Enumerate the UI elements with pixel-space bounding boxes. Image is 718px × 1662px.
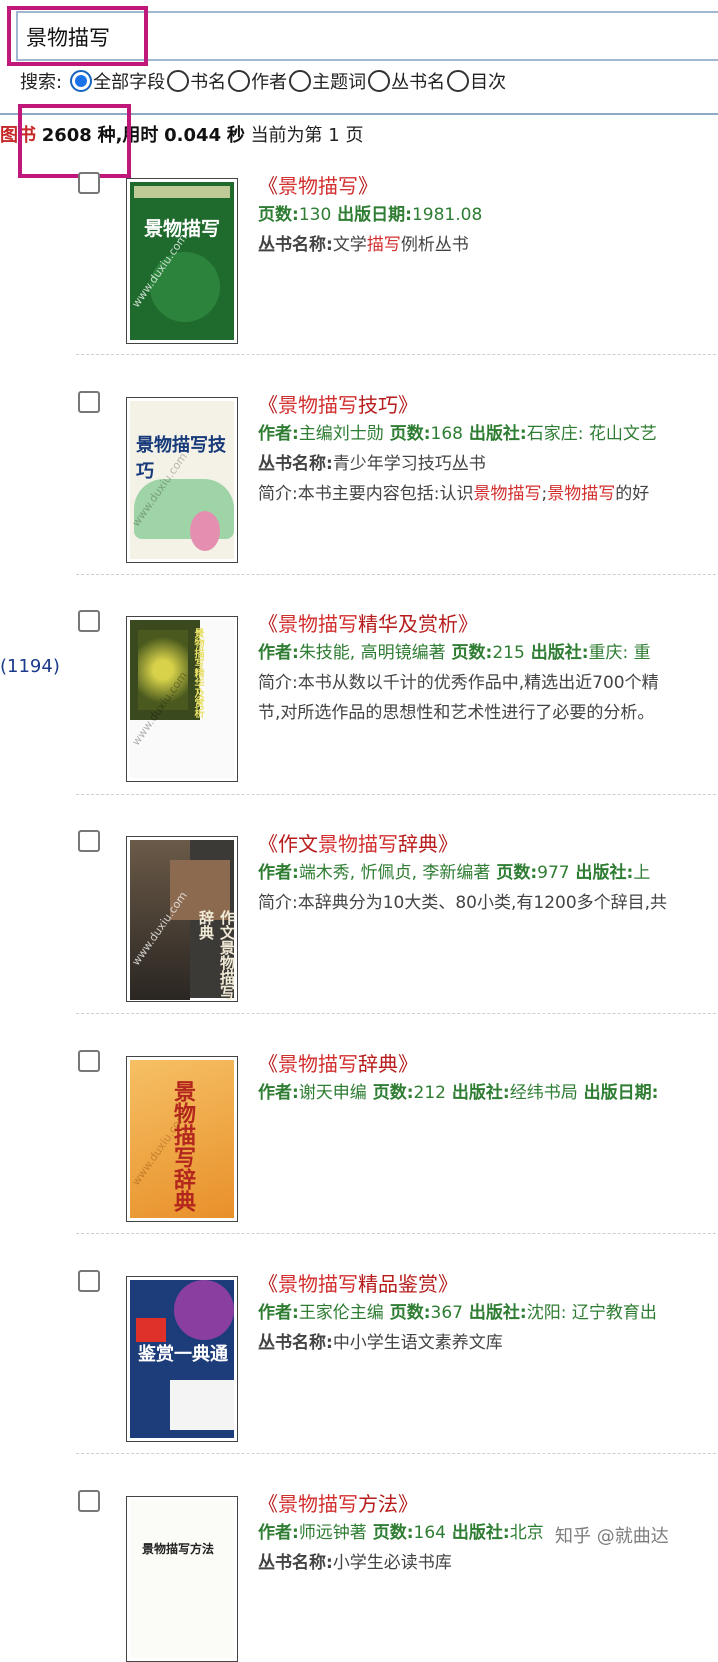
book-info: 《景物描写精品鉴赏》 作者:王家伦主编 页数:367 出版社:沈阳: 辽宁教育出… bbox=[258, 1270, 718, 1358]
facet-count[interactable]: (1194) bbox=[0, 656, 60, 677]
book-title[interactable]: 《景物描写精品鉴赏》 bbox=[258, 1270, 718, 1298]
book-summary-cont: 节,对所选作品的思想性和艺术性进行了必要的分析。 bbox=[258, 703, 655, 723]
cover-art: 景物描写辞典 www.duxiu.com bbox=[129, 1060, 234, 1218]
page-indicator: 当前为第 1 页 bbox=[250, 125, 364, 146]
book-meta: 页数:130 出版日期:1981.08 bbox=[258, 205, 483, 225]
radio-title[interactable] bbox=[167, 70, 190, 92]
cover-title: 景物描写方法 bbox=[142, 1542, 215, 1556]
book-cover[interactable]: 景物描写技巧 www.duxiu.com bbox=[126, 397, 238, 563]
radio-all[interactable] bbox=[70, 70, 93, 92]
book-meta: 作者:王家伦主编 页数:367 出版社:沈阳: 辽宁教育出 bbox=[258, 1303, 657, 1323]
scope-option-toc[interactable]: 目次 bbox=[447, 68, 506, 94]
select-checkbox[interactable] bbox=[78, 610, 100, 632]
cover-art: 景物描写 www.duxiu.com bbox=[129, 182, 234, 340]
book-info: 《景物描写辞典》 作者:谢天申编 页数:212 出版社:经纬书局 出版日期: bbox=[258, 1050, 718, 1108]
book-info: 《景物描写》 页数:130 出版日期:1981.08 丛书名称:文学描写例析丛书 bbox=[258, 172, 718, 260]
cover-red-tag bbox=[136, 1318, 166, 1342]
scope-option-title[interactable]: 书名 bbox=[167, 68, 226, 94]
item-separator bbox=[76, 1013, 718, 1014]
source-watermark: 知乎 @就曲达 bbox=[555, 1526, 669, 1547]
select-checkbox[interactable] bbox=[78, 1270, 100, 1292]
select-checkbox[interactable] bbox=[78, 391, 100, 413]
scope-option-author[interactable]: 作者 bbox=[228, 68, 287, 94]
radio-subject[interactable] bbox=[289, 70, 312, 92]
cover-art: 景物描写精华及赏析 www.duxiu.com bbox=[129, 620, 234, 778]
book-info: 《景物描写技巧》 作者:主编刘士勋 页数:168 出版社:石家庄: 花山文艺 丛… bbox=[258, 391, 718, 509]
cover-title: 作文景物描写辞典 bbox=[197, 910, 236, 1000]
cover-art: 鉴赏一典通 bbox=[130, 1280, 234, 1438]
item-separator bbox=[76, 574, 718, 575]
cover-art: 作文景物描写辞典 www.duxiu.com bbox=[129, 840, 236, 1000]
book-summary: 简介:本书从数以千计的优秀作品中,精选出近700个精 bbox=[258, 673, 659, 693]
radio-series[interactable] bbox=[368, 70, 391, 92]
scope-option-all[interactable]: 全部字段 bbox=[70, 68, 165, 94]
book-cover[interactable]: 景物描写精华及赏析 www.duxiu.com bbox=[126, 616, 238, 782]
cover-title: 鉴赏一典通 bbox=[138, 1344, 228, 1365]
book-meta: 作者:朱技能, 高明镜编著 页数:215 出版社:重庆: 重 bbox=[258, 643, 651, 663]
cover-label-panel bbox=[170, 1380, 234, 1430]
cover-art: 景物描写技巧 www.duxiu.com bbox=[129, 401, 234, 559]
radio-author[interactable] bbox=[228, 70, 251, 92]
book-cover[interactable]: 鉴赏一典通 bbox=[126, 1276, 238, 1442]
book-series: 丛书名称:小学生必读书库 bbox=[258, 1553, 452, 1573]
select-checkbox[interactable] bbox=[78, 1050, 100, 1072]
elapsed-time: 0.044 bbox=[164, 125, 222, 146]
seconds-label: 秒 bbox=[226, 125, 245, 146]
cover-flower bbox=[190, 511, 220, 551]
cover-band bbox=[134, 186, 230, 198]
item-separator bbox=[76, 354, 718, 355]
cover-title: 景物描写辞典 bbox=[170, 1080, 196, 1212]
book-title[interactable]: 《景物描写》 bbox=[258, 172, 718, 200]
book-title[interactable]: 《作文景物描写辞典》 bbox=[258, 830, 718, 858]
book-cover[interactable]: 作文景物描写辞典 www.duxiu.com bbox=[126, 836, 238, 1002]
scope-option-subject[interactable]: 主题词 bbox=[289, 68, 366, 94]
item-separator bbox=[76, 1453, 718, 1454]
select-checkbox[interactable] bbox=[78, 172, 100, 194]
search-scope-bar: 搜索: 全部字段 书名 作者 主题词 丛书名 目次 bbox=[20, 68, 508, 94]
book-title[interactable]: 《景物描写方法》 bbox=[258, 1490, 718, 1518]
book-title[interactable]: 《景物描写辞典》 bbox=[258, 1050, 718, 1078]
select-checkbox[interactable] bbox=[78, 1490, 100, 1512]
cover-art: 景物描写方法 bbox=[130, 1500, 234, 1658]
book-info: 《景物描写精华及赏析》 作者:朱技能, 高明镜编著 页数:215 出版社:重庆:… bbox=[258, 610, 718, 728]
book-cover[interactable]: 景物描写 www.duxiu.com bbox=[126, 178, 238, 344]
item-separator bbox=[76, 1233, 718, 1234]
book-meta: 作者:端木秀, 忻佩贞, 李新编著 页数:977 出版社:上 bbox=[258, 863, 651, 883]
item-separator bbox=[76, 794, 718, 795]
scope-label: 搜索: bbox=[20, 72, 63, 93]
scope-option-series[interactable]: 丛书名 bbox=[368, 68, 445, 94]
cover-flower bbox=[174, 1280, 234, 1340]
search-highlight-box bbox=[7, 6, 148, 66]
book-summary: 简介:本辞典分为10大类、80小类,有1200多个辞目,共 bbox=[258, 893, 668, 913]
book-meta: 作者:主编刘士勋 页数:168 出版社:石家庄: 花山文艺 bbox=[258, 424, 657, 444]
select-checkbox[interactable] bbox=[78, 830, 100, 852]
book-cover[interactable]: 景物描写方法 bbox=[126, 1496, 238, 1662]
count-highlight-box bbox=[18, 104, 131, 178]
book-summary: 简介:本书主要内容包括:认识景物描写;景物描写的好 bbox=[258, 484, 650, 504]
radio-toc[interactable] bbox=[447, 70, 470, 92]
book-info: 《作文景物描写辞典》 作者:端木秀, 忻佩贞, 李新编著 页数:977 出版社:… bbox=[258, 830, 718, 918]
cover-title: 景物描写精华及赏析 bbox=[192, 628, 203, 718]
book-series: 丛书名称:文学描写例析丛书 bbox=[258, 235, 469, 255]
book-cover[interactable]: 景物描写辞典 www.duxiu.com bbox=[126, 1056, 238, 1222]
book-title[interactable]: 《景物描写技巧》 bbox=[258, 391, 718, 419]
book-series: 丛书名称:青少年学习技巧丛书 bbox=[258, 454, 486, 474]
book-title[interactable]: 《景物描写精华及赏析》 bbox=[258, 610, 718, 638]
book-meta: 作者:谢天申编 页数:212 出版社:经纬书局 出版日期: bbox=[258, 1083, 659, 1103]
book-series: 丛书名称:中小学生语文素养文库 bbox=[258, 1333, 503, 1353]
